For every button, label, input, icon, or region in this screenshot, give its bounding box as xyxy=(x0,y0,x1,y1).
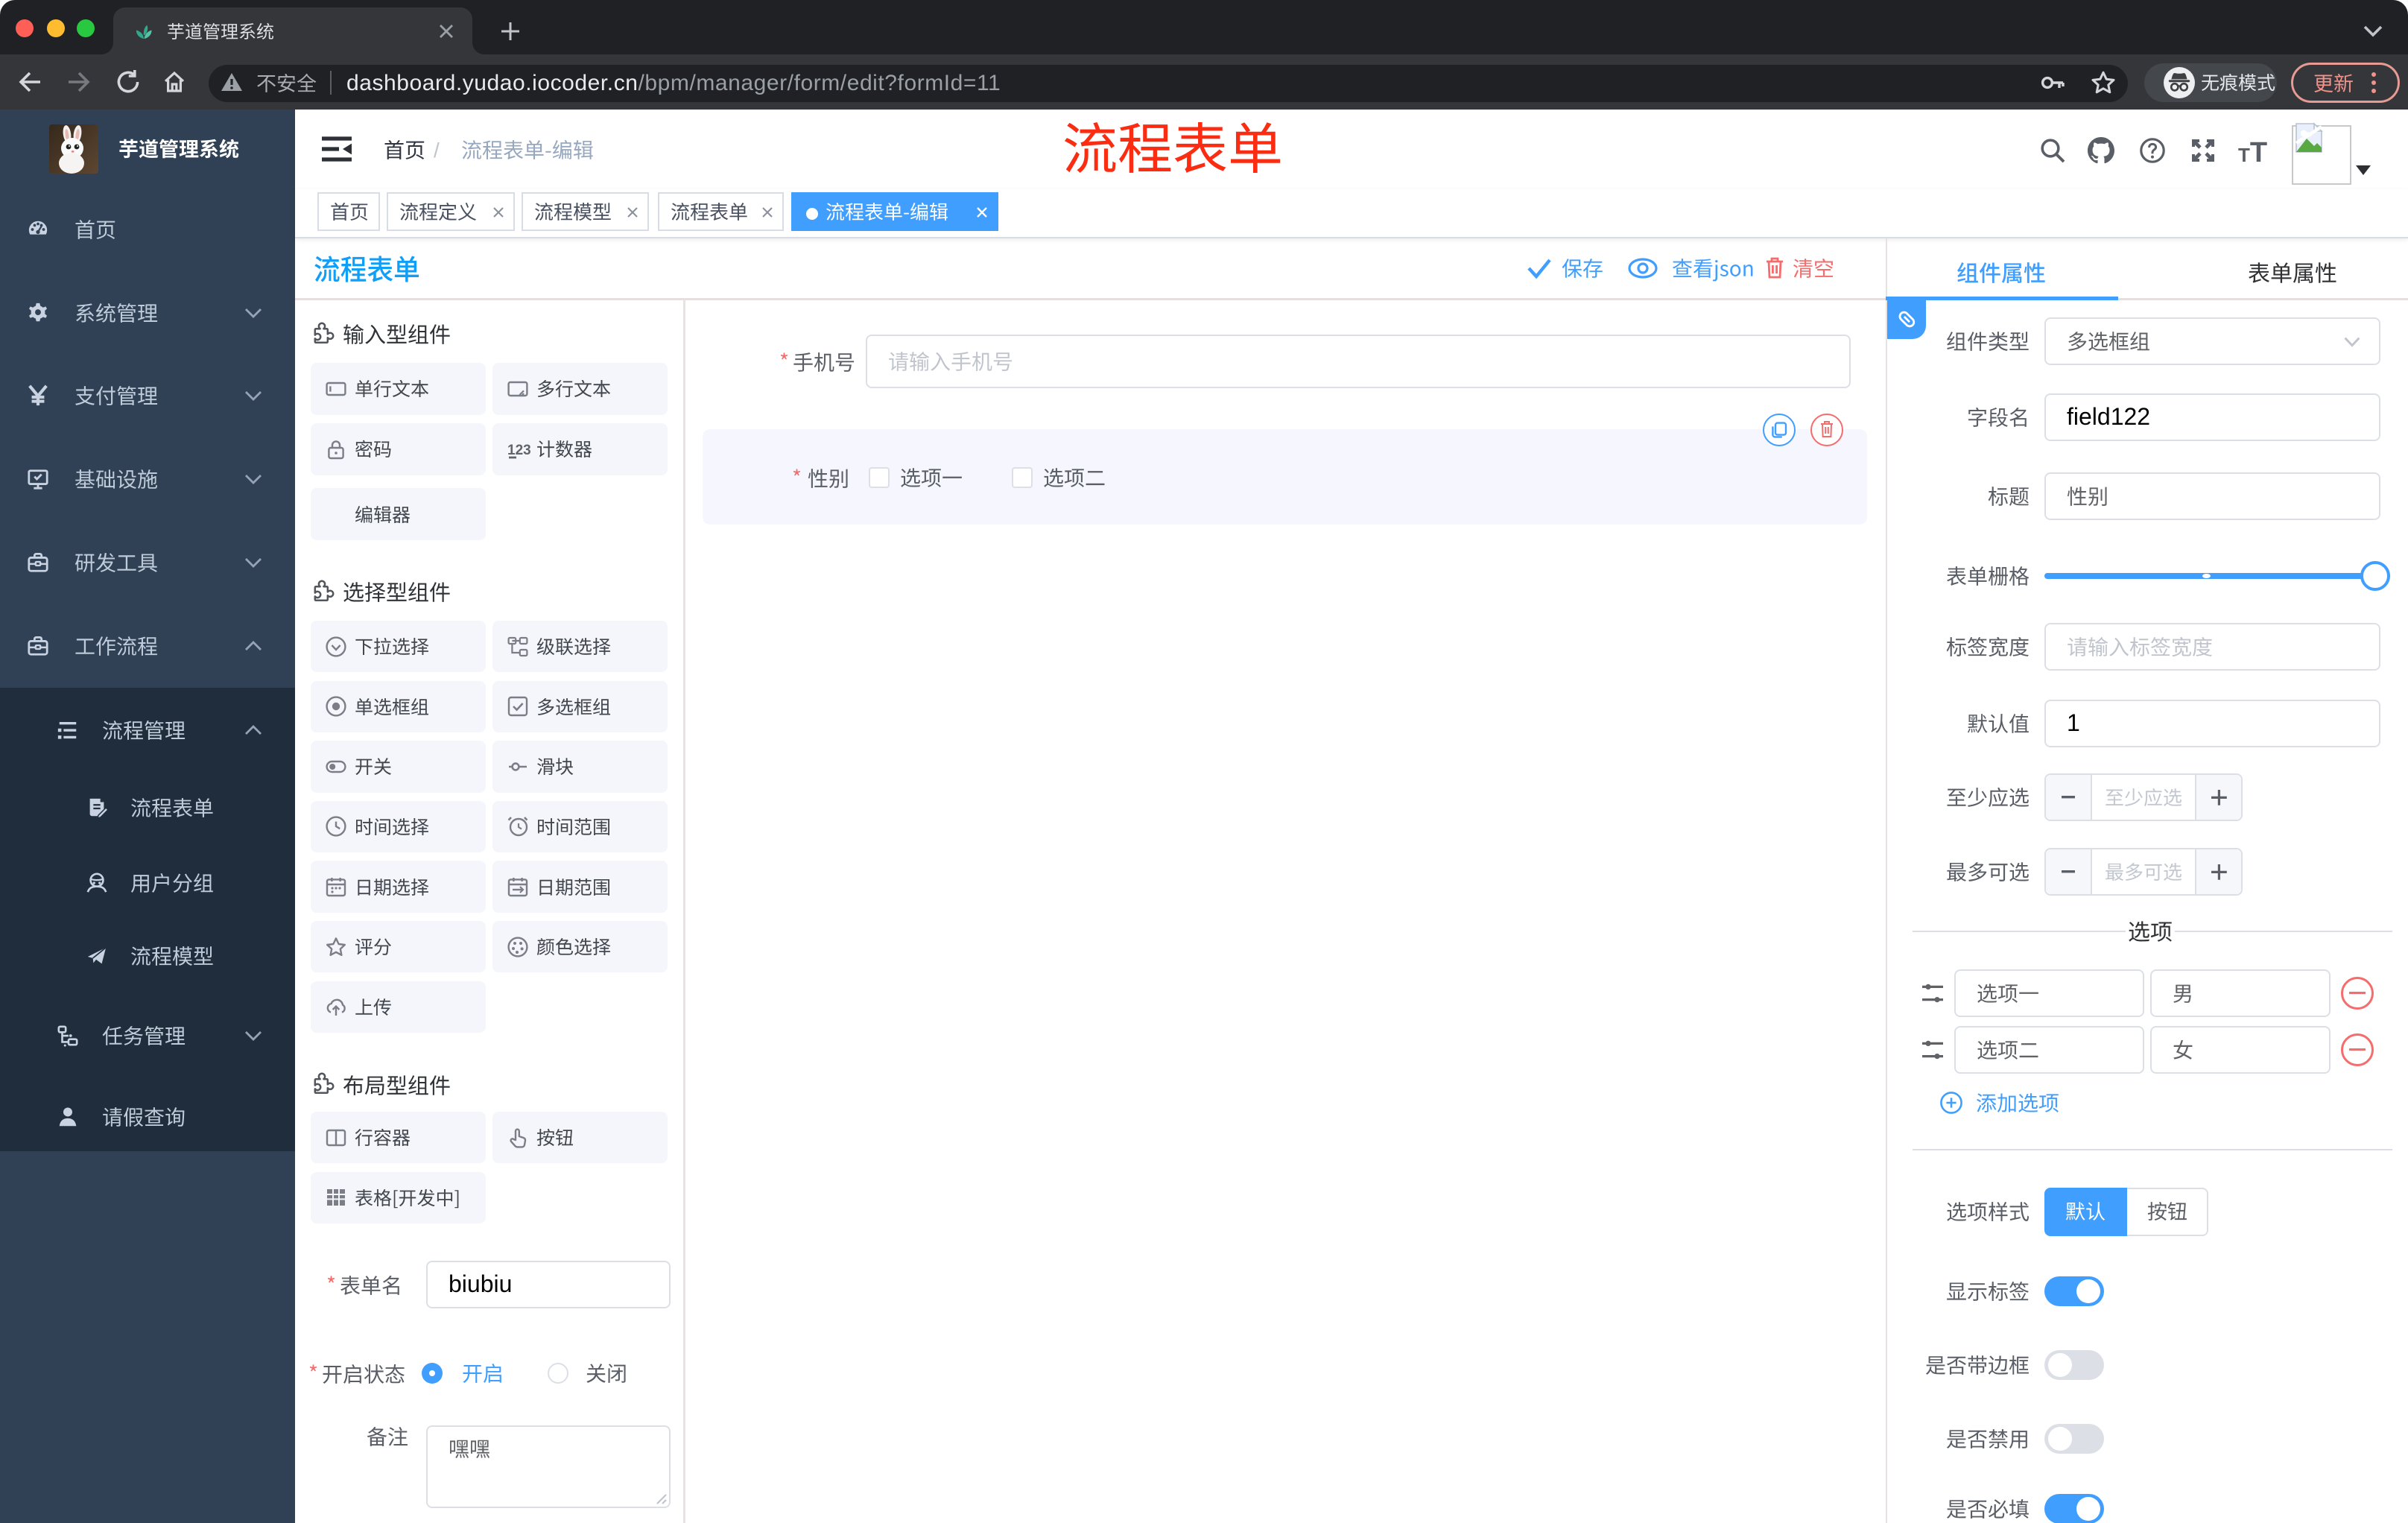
svg-text:123: 123 xyxy=(507,443,531,458)
